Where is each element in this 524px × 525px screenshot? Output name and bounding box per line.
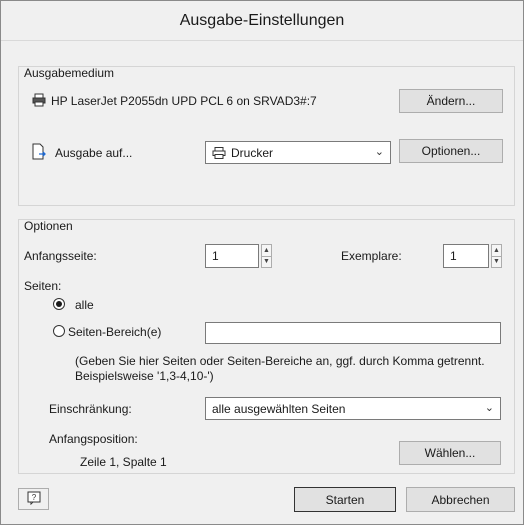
spin-up-icon[interactable]: ▲ [262,245,271,256]
choose-position-label: Wählen... [424,446,476,460]
radio-all-label[interactable]: alle [75,298,94,312]
chevron-down-icon: ⌄ [484,402,494,414]
range-hint-line1: (Geben Sie hier Seiten oder Seiten-Berei… [75,354,485,368]
radio-page-range-label[interactable]: Seiten-Bereich(e) [68,325,161,339]
start-page-spinner[interactable]: ▲ ▼ [261,244,272,268]
page-arrow-icon [32,143,48,161]
dialog-window: Ausgabe-Einstellungen Ausgabemedium HP L… [0,0,524,525]
copies-value: 1 [450,249,457,263]
window-title: Ausgabe-Einstellungen [179,11,345,29]
page-range-input[interactable] [205,322,501,344]
start-position-label: Anfangsposition: [49,432,138,446]
start-page-value: 1 [212,249,219,263]
start-button[interactable]: Starten [294,487,396,512]
output-destination-value: Drucker [231,145,274,160]
pages-label: Seiten: [24,279,62,293]
radio-page-range[interactable] [53,325,65,337]
start-page-label: Anfangsseite: [24,249,97,263]
copies-label: Exemplare: [341,249,402,263]
printer-options-button[interactable]: Optionen... [399,139,503,163]
output-destination-select[interactable]: Drucker ⌄ [205,141,391,164]
output-to-label: Ausgabe auf... [55,146,132,160]
choose-position-button[interactable]: Wählen... [399,441,501,465]
spin-down-icon[interactable]: ▼ [492,255,501,268]
range-hint-line2: Beispielsweise '1,3-4,10-') [75,369,214,383]
help-button[interactable]: ? [18,488,49,510]
cancel-button-label: Abbrechen [431,492,490,507]
title-bar: Ausgabe-Einstellungen [1,1,523,41]
restriction-select[interactable]: alle ausgewählten Seiten ⌄ [205,397,501,420]
options-group-label: Optionen [24,219,73,233]
printer-icon [32,93,46,107]
start-position-value: Zeile 1, Spalte 1 [80,455,167,469]
start-page-input[interactable]: 1 [205,244,259,268]
printer-options-label: Optionen... [421,144,481,158]
spin-up-icon[interactable]: ▲ [492,245,501,256]
svg-text:?: ? [31,493,36,502]
printer-name: HP LaserJet P2055dn UPD PCL 6 on SRVAD3#… [51,94,317,108]
output-medium-group-label: Ausgabemedium [24,66,115,80]
change-printer-button[interactable]: Ändern... [399,89,503,113]
output-to-text: Ausgabe auf... [55,146,133,160]
output-medium-group: Ausgabemedium HP LaserJet P2055dn UPD PC… [18,66,515,206]
copies-spinner[interactable]: ▲ ▼ [491,244,502,268]
help-icon: ? [27,491,41,508]
restriction-value: alle ausgewählten Seiten [212,401,346,416]
restriction-label: Einschränkung: [49,402,132,416]
start-button-label: Starten [325,492,365,507]
chevron-down-icon: ⌄ [374,146,384,158]
change-printer-label: Ändern... [426,94,476,108]
spin-down-icon[interactable]: ▼ [262,255,271,268]
radio-all-pages[interactable] [53,298,65,310]
cancel-button[interactable]: Abbrechen [406,487,515,512]
copies-input[interactable]: 1 [443,244,489,268]
printer-icon [212,146,226,159]
options-group: Optionen Anfangsseite: 1 ▲ ▼ Exemplare: … [18,219,515,474]
